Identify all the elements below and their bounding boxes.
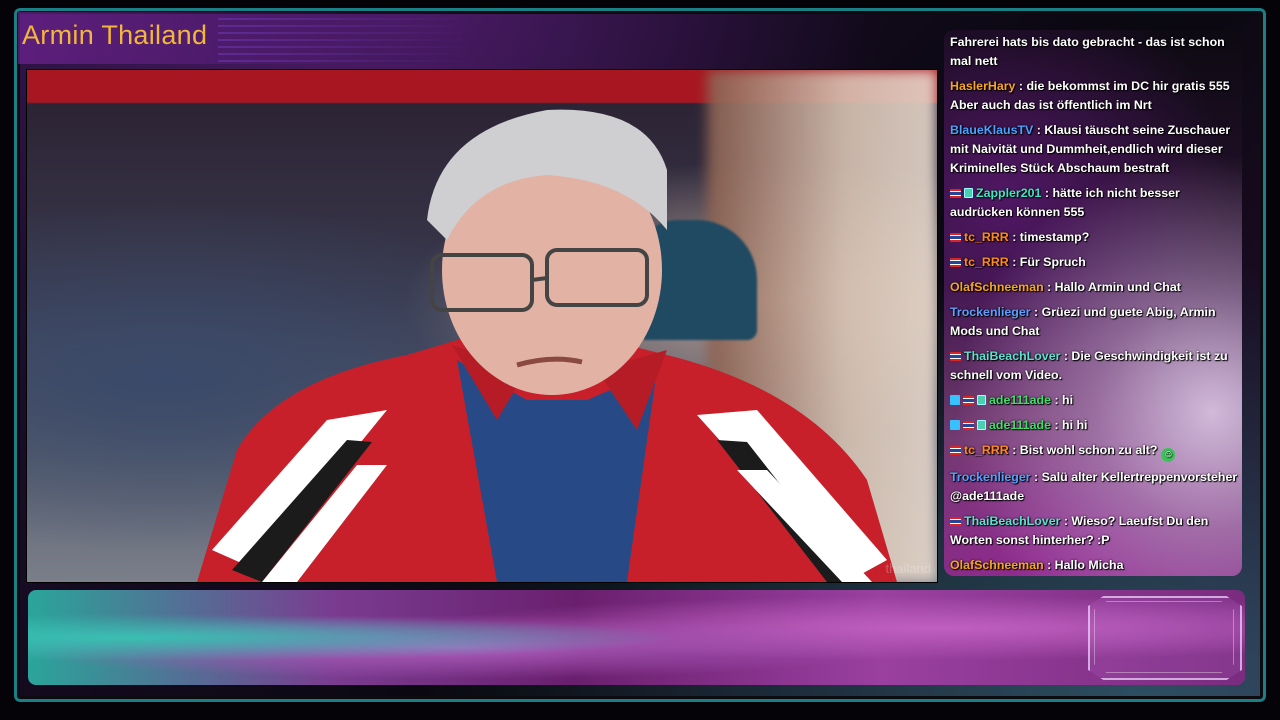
flag-icon: [950, 189, 961, 198]
chat-message: tc_RRR : Bist wohl schon zu alt? ☺: [944, 438, 1242, 465]
chat-username[interactable]: ThaiBeachLover: [964, 514, 1060, 528]
bottom-banner: [28, 590, 1245, 685]
channel-watermark: thailand: [885, 561, 931, 576]
chat-username[interactable]: ThaiBeachLover: [964, 349, 1060, 363]
flag-icon: [950, 352, 961, 361]
chat-username[interactable]: tc_RRR: [964, 255, 1009, 269]
chat-message: Trockenlieger : Grüezi und guete Abig, A…: [944, 300, 1242, 344]
chat-username[interactable]: BlaueKlausTV: [950, 123, 1033, 137]
chat-message-text: : timestamp?: [1008, 230, 1090, 244]
streamer-figure: [197, 109, 897, 582]
flag-icon: [950, 517, 961, 526]
chat-message-text: : Hallo Micha: [1043, 558, 1124, 572]
chat-message: ThaiBeachLover : Wieso? Laeufst Du den W…: [944, 509, 1242, 553]
sub-icon: [950, 395, 960, 405]
chat-message: Trockenlieger : Salü alter Kellertreppen…: [944, 465, 1242, 509]
chat-panel: Fahrerei hats bis dato gebracht - das is…: [944, 30, 1242, 576]
flag-icon: [950, 446, 961, 455]
gift-icon: [977, 395, 986, 405]
gift-icon: [977, 420, 986, 430]
chat-message: OlafSchneeman : Hallo Micha: [944, 553, 1242, 576]
chat-username[interactable]: tc_RRR: [964, 443, 1009, 457]
chat-username[interactable]: OlafSchneeman: [950, 280, 1044, 294]
chat-username[interactable]: Trockenlieger: [950, 305, 1031, 319]
sub-icon: [950, 420, 960, 430]
flag-icon: [950, 233, 961, 242]
chat-message: BlaueKlausTV : Klausi täuscht seine Zusc…: [944, 118, 1242, 181]
chat-message: Fahrerei hats bis dato gebracht - das is…: [944, 30, 1242, 74]
chat-message-text: Fahrerei hats bis dato gebracht - das is…: [950, 35, 1225, 68]
flag-icon: [963, 421, 974, 430]
webcam-feed: thailand: [26, 69, 938, 583]
chat-message: tc_RRR : timestamp?: [944, 225, 1242, 250]
chat-message: ade111ade : hi: [944, 388, 1242, 413]
banner-frame-inner: [1094, 601, 1234, 673]
chat-username[interactable]: tc_RRR: [964, 230, 1009, 244]
chat-message-text: : Hallo Armin und Chat: [1043, 280, 1181, 294]
chat-username[interactable]: ade111ade: [989, 393, 1051, 407]
chat-message: HaslerHary : die bekommst im DC hir grat…: [944, 74, 1242, 118]
gift-icon: [964, 188, 973, 198]
title-decoration: [218, 18, 478, 62]
chat-message: Zappler201 : hätte ich nicht besser audr…: [944, 181, 1242, 225]
chat-username[interactable]: HaslerHary: [950, 79, 1015, 93]
chat-message: ThaiBeachLover : Die Geschwindigkeit ist…: [944, 344, 1242, 388]
chat-username[interactable]: Trockenlieger: [950, 470, 1031, 484]
laughing-emoji-icon: ☺: [1161, 448, 1176, 462]
chat-message: ade111ade : hi hi: [944, 413, 1242, 438]
chat-username[interactable]: Zappler201: [976, 186, 1041, 200]
chat-message-text: : Für Spruch: [1008, 255, 1086, 269]
flag-icon: [950, 258, 961, 267]
chat-username[interactable]: ade111ade: [989, 418, 1051, 432]
chat-message-text: : hi: [1051, 393, 1074, 407]
flag-icon: [963, 396, 974, 405]
chat-message-text: : hi hi: [1051, 418, 1088, 432]
stream-title: Armin Thailand: [22, 20, 208, 50]
chat-message: OlafSchneeman : Hallo Armin und Chat: [944, 275, 1242, 300]
chat-message: tc_RRR : Für Spruch: [944, 250, 1242, 275]
chat-username[interactable]: OlafSchneeman: [950, 558, 1044, 572]
chat-message-text: : Bist wohl schon zu alt?: [1008, 443, 1158, 457]
